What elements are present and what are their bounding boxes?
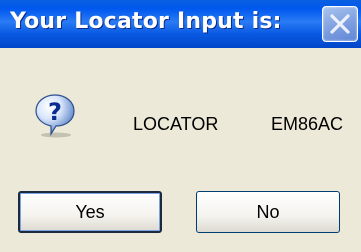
question-icon: ? [32,92,78,138]
locator-value: EM86AC [271,114,344,134]
title-bar[interactable]: Your Locator Input is: [0,0,361,48]
dialog-title: Your Locator Input is: [10,9,282,34]
close-button[interactable] [322,6,358,42]
yes-button[interactable]: Yes [18,191,162,233]
locator-label: LOCATOR [133,114,219,134]
svg-text:?: ? [48,98,62,126]
close-icon [330,14,350,34]
dialog-window: Your Locator Input is: ? LOCATOR EM86AC … [0,0,361,252]
no-button[interactable]: No [196,191,340,233]
